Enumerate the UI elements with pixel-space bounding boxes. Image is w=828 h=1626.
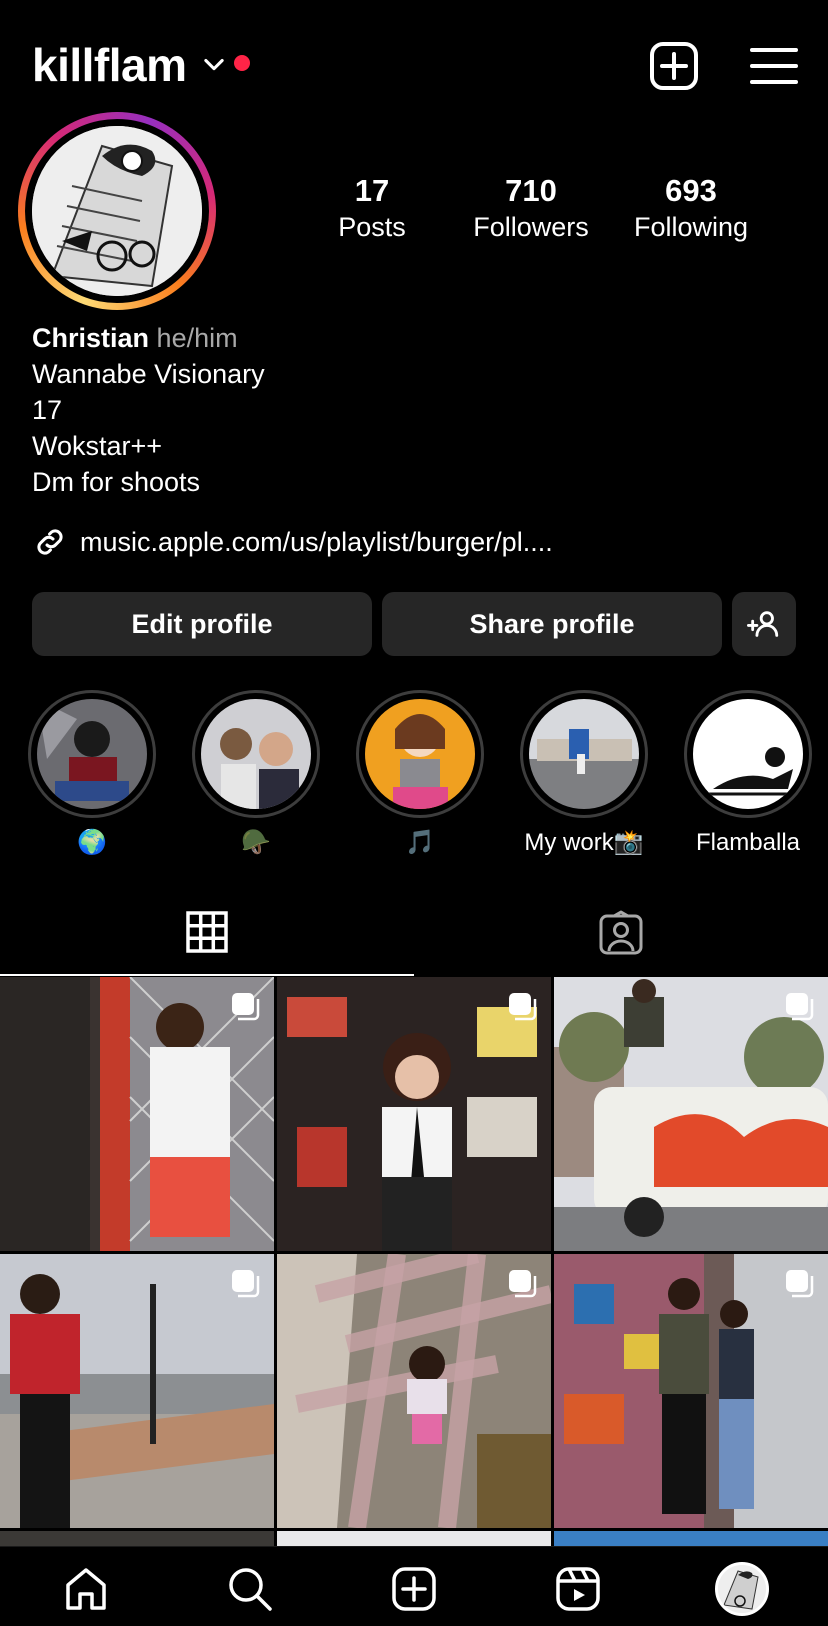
highlight-cover [529, 699, 639, 809]
profile-header: killflam [0, 0, 828, 130]
nav-search[interactable] [222, 1561, 278, 1617]
bio-link-text[interactable]: music.apple.com/us/playlist/burger/pl...… [80, 527, 553, 558]
carousel-icon [232, 993, 260, 1021]
profile-avatar [715, 1562, 769, 1616]
highlight-cover [37, 699, 147, 809]
tab-tagged[interactable] [414, 890, 828, 976]
menu-icon[interactable] [746, 38, 802, 94]
link-icon [37, 529, 63, 555]
bio-line: Wannabe Visionary [32, 359, 265, 389]
followers-label: Followers [473, 212, 589, 242]
discover-people-button[interactable] [732, 592, 796, 656]
profile-avatar-ring[interactable] [18, 112, 216, 310]
create-icon[interactable] [646, 38, 702, 94]
share-profile-button[interactable]: Share profile [382, 592, 722, 656]
home-icon [66, 1568, 106, 1610]
following-count: 693 [665, 173, 717, 208]
highlight-label: 🎵 [405, 829, 435, 856]
nav-home[interactable] [58, 1561, 114, 1617]
nav-profile[interactable] [714, 1561, 770, 1617]
grid-icon [186, 911, 228, 953]
carousel-icon [786, 1270, 814, 1298]
post-thumbnail[interactable] [277, 1254, 551, 1528]
nav-create[interactable] [386, 1561, 442, 1617]
edit-profile-button[interactable]: Edit profile [32, 592, 372, 656]
carousel-icon [509, 993, 537, 1021]
notification-dot [234, 55, 250, 71]
carousel-icon [509, 1270, 537, 1298]
nav-reels[interactable] [550, 1561, 606, 1617]
highlight-label: My work📸 [524, 829, 644, 856]
posts-label: Posts [338, 212, 406, 242]
story-highlight[interactable]: 🎵 [355, 690, 485, 858]
following-stat[interactable]: 693 Following [606, 172, 776, 244]
highlight-cover [365, 699, 475, 809]
post-thumbnail[interactable] [554, 977, 828, 1251]
posts-stat[interactable]: 17 Posts [287, 172, 457, 244]
tagged-icon [599, 910, 643, 955]
highlight-label: 🌍 [77, 829, 107, 856]
story-highlight[interactable]: Flamballa [683, 690, 813, 858]
posts-count: 17 [354, 173, 390, 208]
bio-line: Dm for shoots [32, 467, 201, 497]
post-thumbnail[interactable] [554, 1254, 828, 1528]
post-thumbnail[interactable] [277, 977, 551, 1251]
profile-avatar [32, 126, 202, 296]
pronouns: he/him [156, 323, 238, 353]
create-icon [392, 1567, 436, 1611]
followers-stat[interactable]: 710 Followers [446, 172, 616, 244]
add-user-icon [747, 611, 779, 637]
bio-line: Wokstar++ [32, 431, 163, 461]
bottom-navigation [0, 1546, 828, 1626]
post-thumbnail[interactable] [0, 977, 274, 1251]
carousel-icon [786, 993, 814, 1021]
story-highlight[interactable]: 🌍 [27, 690, 157, 858]
bio-link[interactable]: music.apple.com/us/playlist/burger/pl...… [32, 522, 553, 562]
bio-line: 17 [32, 395, 63, 425]
post-thumbnail[interactable] [0, 1254, 274, 1528]
highlight-cover [201, 699, 311, 809]
followers-count: 710 [505, 173, 557, 208]
username[interactable]: killflam [32, 38, 187, 92]
carousel-icon [232, 1270, 260, 1298]
chevron-down-icon[interactable] [200, 50, 228, 78]
following-label: Following [633, 212, 749, 242]
highlight-label: Flamballa [695, 829, 801, 856]
content-tabs [0, 890, 828, 976]
story-highlight[interactable]: 🪖 [191, 690, 321, 858]
profile-bio: Christian he/him Wannabe Visionary 17 Wo… [32, 320, 265, 500]
reels-icon [556, 1567, 600, 1611]
story-highlight[interactable]: My work📸 [519, 690, 649, 858]
highlight-cover [693, 699, 803, 809]
highlight-label: 🪖 [241, 829, 271, 856]
tab-posts-grid[interactable] [0, 890, 414, 976]
display-name: Christian [32, 323, 150, 353]
search-icon [229, 1568, 272, 1611]
